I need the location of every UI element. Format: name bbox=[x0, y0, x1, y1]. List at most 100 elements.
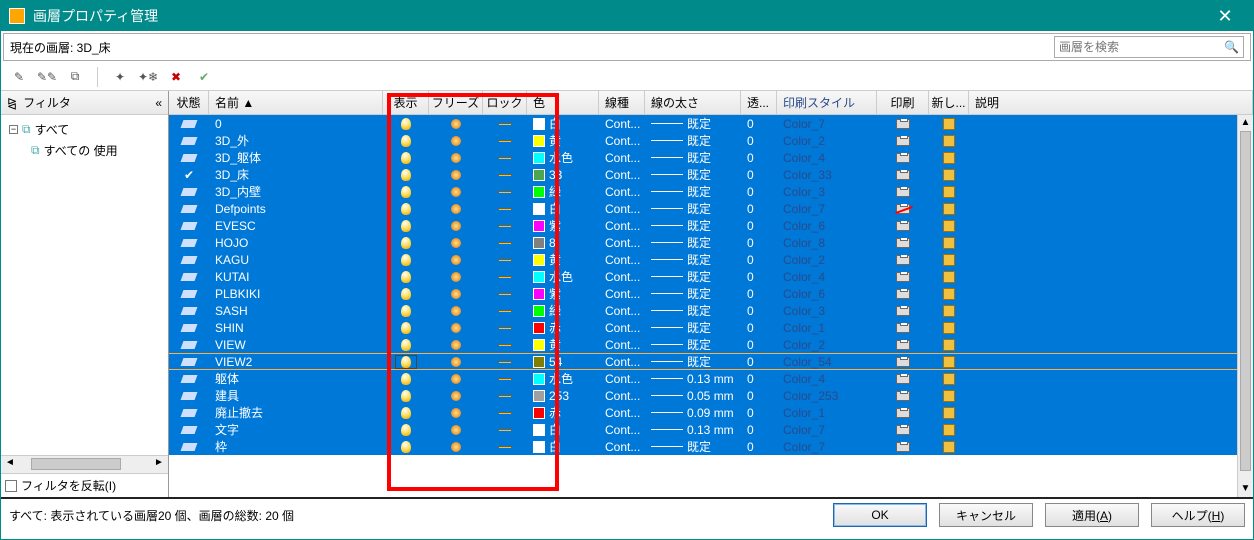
plotstyle-cell[interactable]: Color_2 bbox=[777, 134, 877, 148]
layer-states-button[interactable]: ⧉ bbox=[63, 66, 87, 88]
printer-icon[interactable] bbox=[896, 221, 910, 231]
printer-icon[interactable] bbox=[896, 289, 910, 299]
lineweight-cell[interactable]: 既定 bbox=[645, 285, 741, 302]
lock-icon[interactable] bbox=[498, 208, 512, 210]
color-cell[interactable]: 紫 bbox=[527, 285, 599, 302]
plotstyle-cell[interactable]: Color_54 bbox=[777, 355, 877, 369]
ok-button[interactable]: OK bbox=[833, 503, 927, 527]
sidebar-hscroll[interactable]: ◄ ► bbox=[1, 455, 168, 473]
plotstyle-cell[interactable]: Color_7 bbox=[777, 117, 877, 131]
linetype-cell[interactable]: Cont... bbox=[599, 440, 645, 454]
table-row[interactable]: VIEW黄Cont...既定0Color_2 bbox=[169, 336, 1253, 353]
linetype-cell[interactable]: Cont... bbox=[599, 423, 645, 437]
col-desc[interactable]: 説明 bbox=[969, 91, 1253, 114]
color-cell[interactable]: 水色 bbox=[527, 370, 599, 387]
sun-icon[interactable] bbox=[451, 272, 461, 282]
sun-icon[interactable] bbox=[451, 306, 461, 316]
layer-name[interactable]: VIEW2 bbox=[209, 355, 383, 369]
printer-icon[interactable] bbox=[896, 187, 910, 197]
table-row[interactable]: KUTAI水色Cont...既定0Color_4 bbox=[169, 268, 1253, 285]
sun-icon[interactable] bbox=[451, 408, 461, 418]
new-layer-frozen-button[interactable]: ✦❄ bbox=[136, 66, 160, 88]
newvp-icon[interactable] bbox=[943, 407, 955, 419]
newvp-icon[interactable] bbox=[943, 254, 955, 266]
transparency-cell[interactable]: 0 bbox=[741, 253, 777, 267]
table-row[interactable]: 0白Cont...既定0Color_7 bbox=[169, 115, 1253, 132]
transparency-cell[interactable]: 0 bbox=[741, 423, 777, 437]
delete-layer-button[interactable]: ✖ bbox=[164, 66, 188, 88]
printer-icon[interactable] bbox=[896, 136, 910, 146]
plotstyle-cell[interactable]: Color_33 bbox=[777, 168, 877, 182]
lock-icon[interactable] bbox=[498, 259, 512, 261]
printer-icon[interactable] bbox=[896, 204, 910, 214]
lineweight-cell[interactable]: 既定 bbox=[645, 166, 741, 183]
transparency-cell[interactable]: 0 bbox=[741, 219, 777, 233]
newvp-icon[interactable] bbox=[943, 441, 955, 453]
sun-icon[interactable] bbox=[451, 204, 461, 214]
tree-collapse-icon[interactable]: − bbox=[9, 125, 18, 134]
plotstyle-cell[interactable]: Color_253 bbox=[777, 389, 877, 403]
transparency-cell[interactable]: 0 bbox=[741, 185, 777, 199]
close-button[interactable]: ✕ bbox=[1205, 2, 1245, 30]
plotstyle-cell[interactable]: Color_7 bbox=[777, 202, 877, 216]
new-group-button[interactable]: ✎✎ bbox=[35, 66, 59, 88]
color-cell[interactable]: 253 bbox=[527, 389, 599, 403]
printer-icon[interactable] bbox=[896, 255, 910, 265]
transparency-cell[interactable]: 0 bbox=[741, 202, 777, 216]
bulb-icon[interactable] bbox=[401, 152, 411, 164]
lineweight-cell[interactable]: 既定 bbox=[645, 336, 741, 353]
scroll-right-icon[interactable]: ► bbox=[151, 457, 167, 473]
plotstyle-cell[interactable]: Color_1 bbox=[777, 321, 877, 335]
bulb-icon[interactable] bbox=[401, 135, 411, 147]
linetype-cell[interactable]: Cont... bbox=[599, 338, 645, 352]
printer-icon[interactable] bbox=[896, 374, 910, 384]
lock-icon[interactable] bbox=[498, 191, 512, 193]
newvp-icon[interactable] bbox=[943, 322, 955, 334]
layer-name[interactable]: 3D_外 bbox=[209, 132, 383, 149]
transparency-cell[interactable]: 0 bbox=[741, 304, 777, 318]
table-row[interactable]: SHIN赤Cont...既定0Color_1 bbox=[169, 319, 1253, 336]
layer-name[interactable]: 躯体 bbox=[209, 370, 383, 387]
col-lineweight[interactable]: 線の太さ bbox=[645, 91, 741, 114]
lineweight-cell[interactable]: 既定 bbox=[645, 353, 741, 370]
tree-child[interactable]: ⧉ すべての 使用 bbox=[5, 140, 164, 161]
linetype-cell[interactable]: Cont... bbox=[599, 219, 645, 233]
newvp-icon[interactable] bbox=[943, 186, 955, 198]
color-cell[interactable]: 54 bbox=[527, 355, 599, 369]
lineweight-cell[interactable]: 0.13 mm bbox=[645, 423, 741, 437]
sun-icon[interactable] bbox=[451, 391, 461, 401]
printer-icon[interactable] bbox=[896, 170, 910, 180]
plotstyle-cell[interactable]: Color_6 bbox=[777, 287, 877, 301]
lock-icon[interactable] bbox=[498, 361, 512, 363]
sun-icon[interactable] bbox=[451, 187, 461, 197]
transparency-cell[interactable]: 0 bbox=[741, 236, 777, 250]
sun-icon[interactable] bbox=[451, 340, 461, 350]
plotstyle-cell[interactable]: Color_4 bbox=[777, 151, 877, 165]
search-input[interactable] bbox=[1059, 40, 1224, 54]
lock-icon[interactable] bbox=[498, 276, 512, 278]
col-transparency[interactable]: 透... bbox=[741, 91, 777, 114]
printer-icon[interactable] bbox=[896, 340, 910, 350]
layer-name[interactable]: KAGU bbox=[209, 253, 383, 267]
sun-icon[interactable] bbox=[451, 119, 461, 129]
filter-tree[interactable]: − ⧉ すべて ⧉ すべての 使用 bbox=[1, 115, 168, 455]
newvp-icon[interactable] bbox=[943, 152, 955, 164]
table-row[interactable]: HOJO8Cont...既定0Color_8 bbox=[169, 234, 1253, 251]
apply-button[interactable]: 適用(A) bbox=[1045, 503, 1139, 527]
transparency-cell[interactable]: 0 bbox=[741, 372, 777, 386]
sun-icon[interactable] bbox=[451, 238, 461, 248]
color-cell[interactable]: 黄 bbox=[527, 132, 599, 149]
lineweight-cell[interactable]: 既定 bbox=[645, 302, 741, 319]
lock-icon[interactable] bbox=[498, 242, 512, 244]
new-layer-button[interactable]: ✦ bbox=[108, 66, 132, 88]
col-visible[interactable]: 表示 bbox=[383, 91, 429, 114]
lineweight-cell[interactable]: 既定 bbox=[645, 438, 741, 455]
printer-icon[interactable] bbox=[896, 391, 910, 401]
color-cell[interactable]: 紫 bbox=[527, 217, 599, 234]
sun-icon[interactable] bbox=[451, 374, 461, 384]
linetype-cell[interactable]: Cont... bbox=[599, 321, 645, 335]
printer-icon[interactable] bbox=[896, 153, 910, 163]
color-cell[interactable]: 水色 bbox=[527, 268, 599, 285]
layer-name[interactable]: 文字 bbox=[209, 421, 383, 438]
lineweight-cell[interactable]: 既定 bbox=[645, 132, 741, 149]
